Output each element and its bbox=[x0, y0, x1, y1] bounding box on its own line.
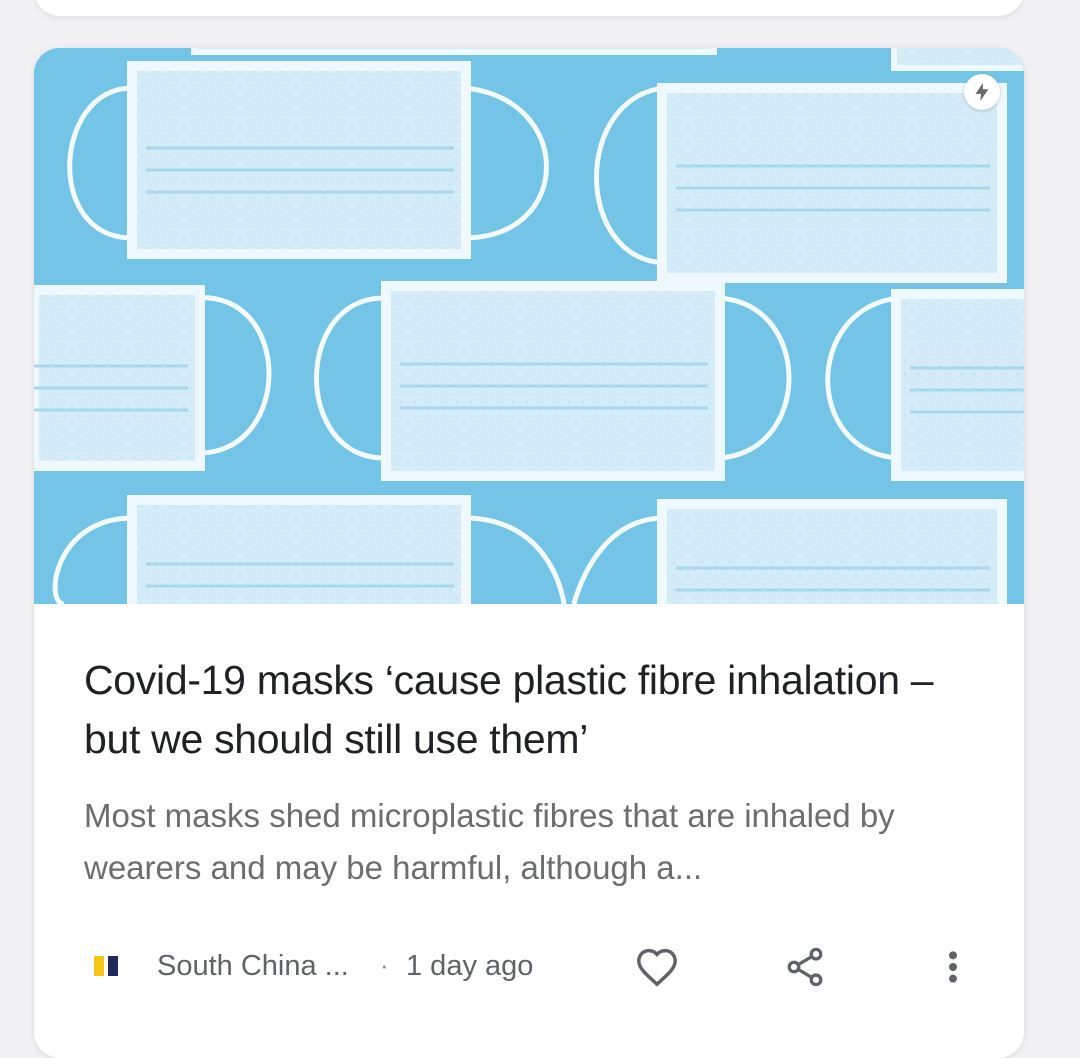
publisher-logo-navy-block bbox=[108, 956, 118, 976]
publisher-logo bbox=[94, 956, 122, 976]
heart-icon[interactable] bbox=[632, 942, 682, 992]
share-icon[interactable] bbox=[780, 942, 830, 992]
publisher-name[interactable]: South China ... bbox=[157, 950, 349, 983]
publish-age: 1 day ago bbox=[406, 950, 534, 982]
article-title[interactable]: Covid-19 masks ‘cause plastic fibre inha… bbox=[84, 651, 984, 769]
news-card[interactable]: Covid-19 masks ‘cause plastic fibre inha… bbox=[34, 48, 1024, 1058]
previous-card-edge bbox=[34, 0, 1024, 16]
meta-separator: · bbox=[380, 950, 389, 980]
article-snippet: Most masks shed microplastic fibres that… bbox=[84, 797, 895, 886]
card-footer: South China ... · 1 day ago bbox=[34, 938, 1024, 998]
amp-lightning-icon bbox=[964, 74, 1000, 110]
article-image[interactable] bbox=[34, 48, 1024, 604]
more-vert-icon[interactable] bbox=[928, 942, 978, 992]
publisher-logo-yellow-block bbox=[94, 956, 104, 976]
